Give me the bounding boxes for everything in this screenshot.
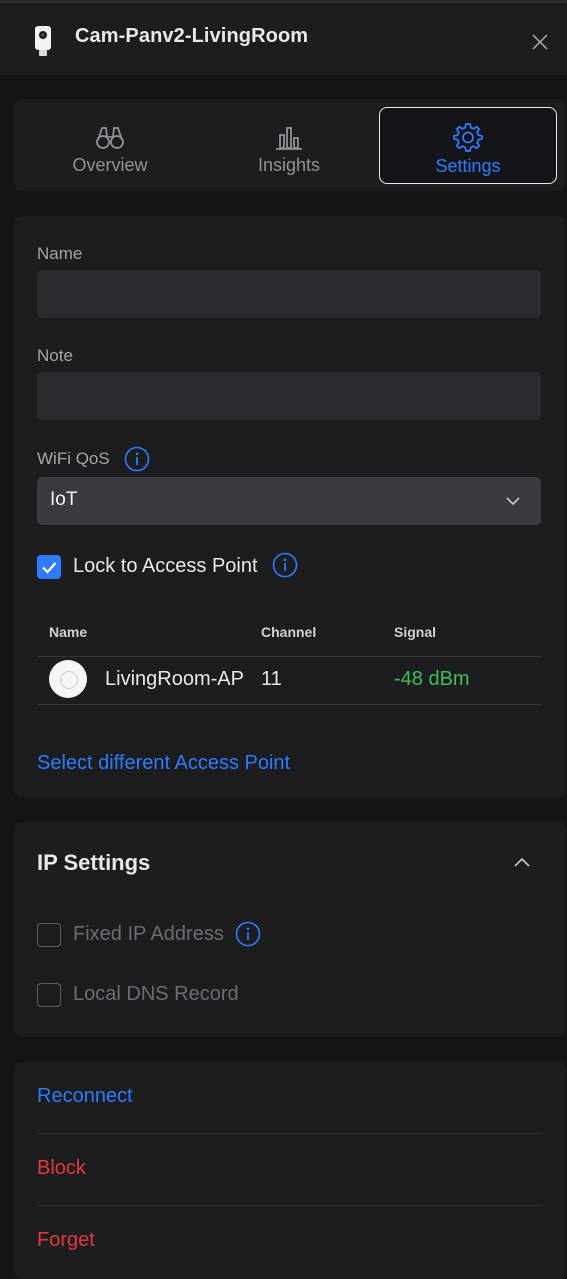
table-divider xyxy=(37,656,541,657)
ap-signal: -48 dBm xyxy=(394,668,470,690)
lock-to-ap-label: Lock to Access Point xyxy=(73,555,258,577)
tab-bar: Overview Insights Settings xyxy=(14,99,566,191)
local-dns-label: Local DNS Record xyxy=(73,983,239,1005)
divider xyxy=(37,1205,541,1206)
column-header-name: Name xyxy=(49,624,88,640)
tab-settings-label: Settings xyxy=(435,156,501,176)
tab-settings[interactable]: Settings xyxy=(379,107,557,184)
name-label: Name xyxy=(37,244,83,263)
local-dns-checkbox[interactable] xyxy=(37,983,61,1007)
wifi-qos-value: IoT xyxy=(50,489,78,510)
column-header-signal: Signal xyxy=(394,624,437,640)
ap-name: LivingRoom-AP xyxy=(105,668,244,690)
ip-settings-section: IP Settings Fixed IP Address Local DNS R… xyxy=(14,822,566,1037)
binoculars-icon xyxy=(96,127,124,149)
note-input[interactable] xyxy=(37,372,541,420)
device-title: Cam-Panv2-LivingRoom xyxy=(75,25,309,47)
device-actions-section: Reconnect Block Forget xyxy=(14,1062,566,1279)
tab-overview[interactable]: Overview xyxy=(21,107,199,184)
info-icon[interactable] xyxy=(235,921,261,947)
tab-overview-label: Overview xyxy=(72,155,148,175)
name-input[interactable] xyxy=(37,270,541,318)
block-button[interactable]: Block xyxy=(37,1157,86,1180)
fixed-ip-label: Fixed IP Address xyxy=(73,923,224,945)
camera-device-icon xyxy=(35,26,51,56)
wifi-qos-select[interactable]: IoT xyxy=(37,477,541,525)
settings-section: Name Note WiFi QoS IoT Lock to Access Po… xyxy=(14,216,566,798)
wifi-qos-label: WiFi QoS xyxy=(37,449,110,468)
table-divider xyxy=(37,704,541,705)
tab-insights-label: Insights xyxy=(257,155,321,175)
info-icon[interactable] xyxy=(124,446,150,472)
bar-chart-icon xyxy=(276,127,302,150)
access-point-icon xyxy=(49,660,87,698)
select-access-point-link[interactable]: Select different Access Point xyxy=(37,752,290,775)
chevron-down-icon xyxy=(506,497,520,506)
ip-settings-title: IP Settings xyxy=(37,850,151,875)
divider xyxy=(37,1133,541,1134)
fixed-ip-checkbox[interactable] xyxy=(37,923,61,947)
info-icon[interactable] xyxy=(272,552,298,578)
column-header-channel: Channel xyxy=(261,624,317,640)
panel-header: Cam-Panv2-LivingRoom xyxy=(0,3,567,75)
lock-to-ap-checkbox[interactable] xyxy=(37,555,61,579)
forget-button[interactable]: Forget xyxy=(37,1229,95,1252)
chevron-up-icon[interactable] xyxy=(513,855,531,871)
gear-icon xyxy=(453,123,483,152)
tab-insights[interactable]: Insights xyxy=(200,107,378,184)
close-icon[interactable] xyxy=(528,30,552,54)
checkmark-icon xyxy=(42,562,57,574)
ap-channel: 11 xyxy=(261,668,282,690)
note-label: Note xyxy=(37,346,73,365)
reconnect-button[interactable]: Reconnect xyxy=(37,1085,133,1108)
